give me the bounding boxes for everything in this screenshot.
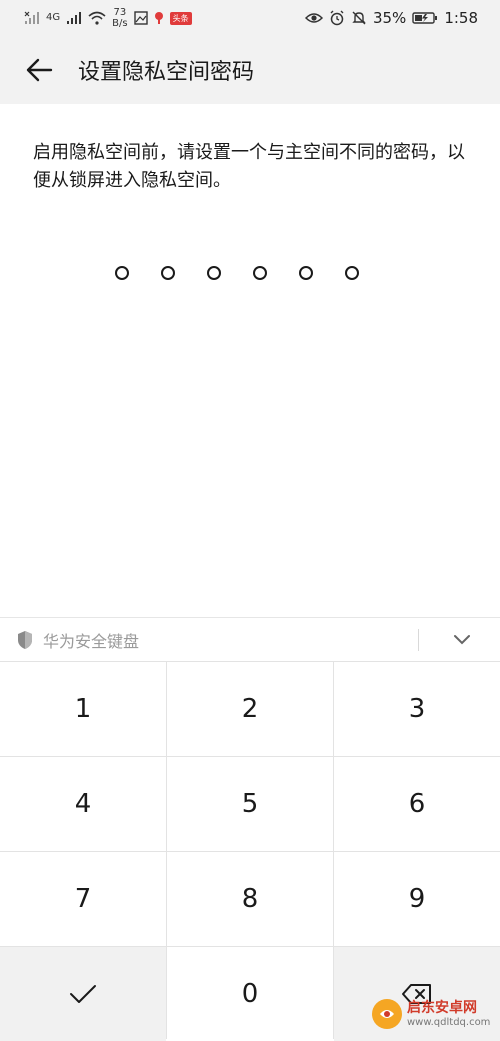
location-pin-icon (154, 12, 163, 24)
key-2[interactable]: 2 (167, 662, 333, 756)
pin-indicator (115, 264, 359, 284)
pin-dot (299, 266, 313, 280)
signal-icon (67, 12, 82, 24)
page-title: 设置隐私空间密码 (78, 60, 255, 85)
key-1[interactable]: 1 (0, 662, 166, 756)
key-0[interactable]: 0 (167, 947, 333, 1041)
alarm-icon (330, 10, 344, 26)
net-speed-unit: B/s (112, 18, 128, 29)
key-8[interactable]: 8 (167, 852, 333, 946)
news-app-badge: 头条 (169, 11, 192, 25)
battery-percent: 35% (372, 9, 407, 27)
wifi-icon (88, 11, 106, 25)
collapse-keyboard-button[interactable] (440, 618, 484, 662)
net-speed-value: 73 (113, 7, 127, 18)
pin-dot (115, 266, 129, 280)
pin-dot (345, 266, 359, 280)
back-arrow-icon (26, 58, 53, 82)
header-divider (418, 629, 419, 651)
pin-dot (253, 266, 267, 280)
key-7[interactable]: 7 (0, 852, 166, 946)
network-type: 4G (46, 12, 61, 23)
clock: 1:58 (444, 9, 478, 27)
status-right: 35% 1:58 (304, 9, 478, 27)
checkmark-icon (70, 985, 96, 1003)
watermark-brand: 启东安卓网 (407, 999, 477, 1016)
confirm-key[interactable] (0, 947, 166, 1041)
key-4[interactable]: 4 (0, 757, 166, 851)
pin-dot (207, 266, 221, 280)
key-6[interactable]: 6 (334, 757, 500, 851)
site-watermark: 启东安卓网 www.qdltdq.com (372, 999, 490, 1029)
pin-dot (161, 266, 175, 280)
app-bar: 设置隐私空间密码 (0, 36, 500, 104)
numeric-keypad: 1 2 3 4 5 6 7 8 9 0 (0, 661, 500, 1041)
key-3[interactable]: 3 (334, 662, 500, 756)
watermark-logo-icon (372, 999, 402, 1029)
battery-charging-icon (412, 12, 438, 24)
status-left: 4G 73 B/s 头条 (24, 7, 192, 29)
keyboard-header: 华为安全键盘 (0, 617, 500, 661)
keyboard-title: 华为安全键盘 (43, 631, 140, 651)
status-bar: 4G 73 B/s 头条 35% 1:58 (0, 0, 500, 36)
key-9[interactable]: 9 (334, 852, 500, 946)
mute-bell-icon (352, 11, 366, 25)
no-sim-signal-icon (24, 11, 39, 24)
description-text: 启用隐私空间前，请设置一个与主空间不同的密码，以便从锁屏进入隐私空间。 (33, 142, 465, 191)
back-button[interactable] (0, 36, 78, 104)
chevron-down-icon (454, 635, 470, 645)
eye-comfort-icon (304, 13, 323, 23)
watermark-text: 启东安卓网 www.qdltdq.com (407, 1000, 490, 1029)
net-speed: 73 B/s (112, 7, 127, 29)
shield-icon (15, 630, 35, 650)
watermark-url: www.qdltdq.com (407, 1016, 491, 1028)
key-5[interactable]: 5 (167, 757, 333, 851)
gallery-notification-icon (133, 11, 148, 25)
